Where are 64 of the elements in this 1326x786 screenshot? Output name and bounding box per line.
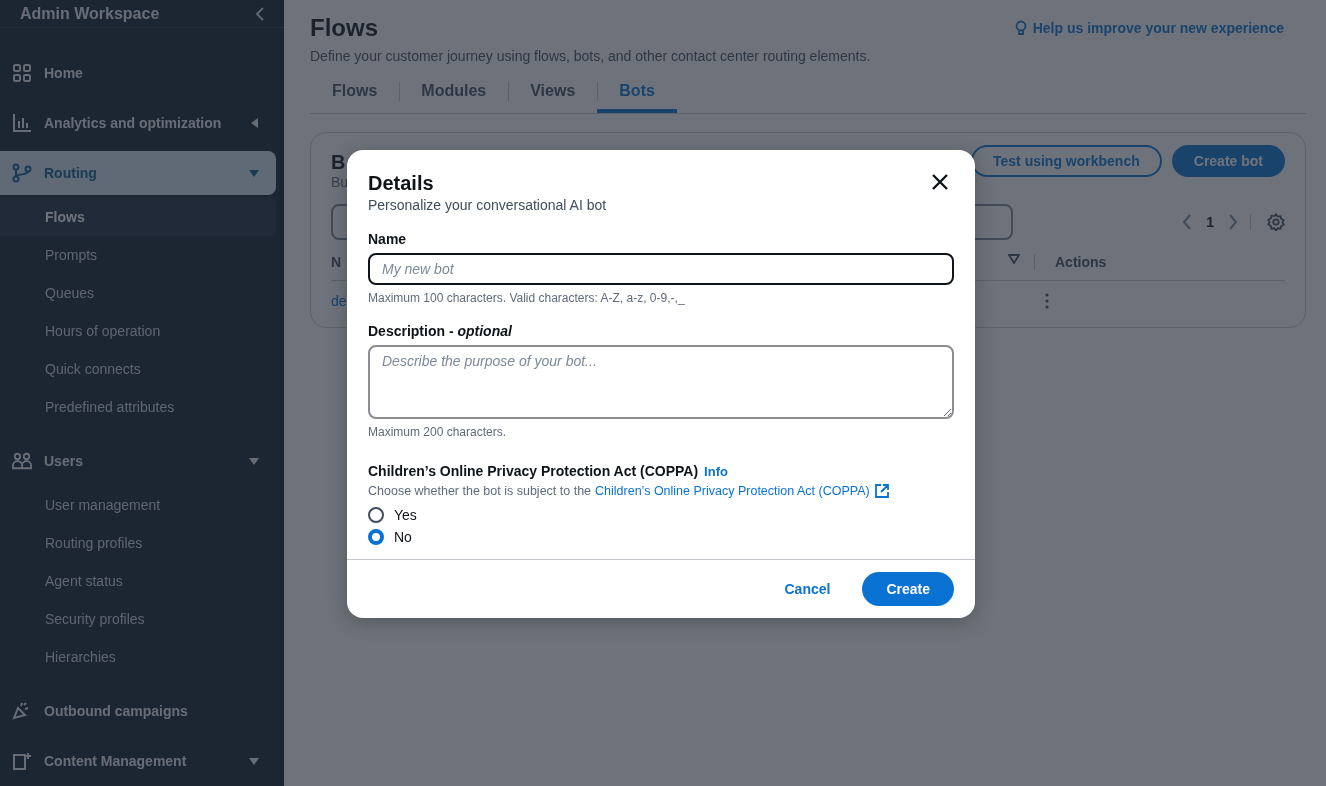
info-link[interactable]: Info <box>704 464 728 479</box>
nav-subitem[interactable]: Hours of operation <box>0 312 276 350</box>
coppa-link[interactable]: Children’s Online Privacy Protection Act (COPPA) <box>595 484 870 498</box>
dialog-title: Details <box>368 172 434 195</box>
branch-icon <box>12 163 32 183</box>
nav-item[interactable]: Outbound campaigns <box>0 689 276 733</box>
dialog-subtitle: Personalize your conversational AI bot <box>368 197 608 213</box>
nav-subitem[interactable]: Quick connects <box>0 350 276 388</box>
field-hint: Maximum 100 characters. Valid characters: A-Z, a-z, 0-9,-,_ <box>368 291 686 305</box>
more-actions-icon[interactable] <box>1045 293 1049 309</box>
nav-item[interactable]: Analytics and optimization <box>0 101 276 145</box>
content-icon <box>12 751 32 771</box>
column-header: Actions <box>1034 254 1285 270</box>
page-description: Define your customer journey using flows, bots, and other contact center routing elements. <box>310 48 872 64</box>
field-label: Children’s Online Privacy Protection Act (COPPA) <box>368 463 699 479</box>
caret-down-icon[interactable] <box>248 755 260 767</box>
nav-item[interactable]: Content Management <box>0 739 276 783</box>
settings-icon[interactable] <box>1267 213 1285 231</box>
nav-subitem[interactable]: Agent status <box>0 562 276 600</box>
radio-button[interactable] <box>368 507 384 523</box>
tab[interactable]: Modules <box>399 74 509 113</box>
external-link-icon[interactable] <box>873 483 890 499</box>
field-description: Choose whether the bot is subject to the <box>368 484 592 498</box>
users-icon <box>12 451 32 471</box>
nav-subitem[interactable]: Predefined attributes <box>0 388 276 426</box>
field-label: Name <box>368 231 408 247</box>
workbench-button[interactable]: Test using workbench <box>971 145 1162 177</box>
nav-item[interactable]: Home <box>0 51 276 95</box>
chevron-right-icon[interactable] <box>1228 214 1238 230</box>
nav-item[interactable]: Routing <box>0 151 276 195</box>
field-hint: Maximum 200 characters. <box>368 425 508 439</box>
bar-chart-icon <box>12 113 32 133</box>
chevron-left-icon[interactable] <box>254 6 266 21</box>
caret-down-icon[interactable] <box>248 455 260 467</box>
nav-subitem[interactable]: Prompts <box>0 236 276 274</box>
chevron-left-icon[interactable] <box>1182 214 1193 230</box>
caret-down-icon[interactable] <box>248 167 260 179</box>
create-button[interactable]: Create <box>862 572 954 606</box>
nav-subitem[interactable]: Flows <box>0 198 276 236</box>
nav-subitem[interactable]: Hierarchies <box>0 638 276 676</box>
name-input[interactable]: My new bot <box>368 253 954 285</box>
nav-item[interactable]: Users <box>0 439 276 483</box>
grid-icon <box>12 63 32 83</box>
tab[interactable]: Views <box>508 74 598 113</box>
nav-subitem[interactable]: User management <box>0 486 276 524</box>
radio-option[interactable]: Yes <box>368 507 954 523</box>
workspace-title: Admin Workspace <box>20 4 160 23</box>
tab[interactable]: Flows <box>310 74 400 113</box>
nav-subitem[interactable]: Security profiles <box>0 600 276 638</box>
page-number[interactable]: 1 <box>1206 214 1214 230</box>
cancel-button[interactable]: Cancel <box>764 573 851 605</box>
nav-subitem[interactable]: Routing profiles <box>0 524 276 562</box>
sort-triangle-icon[interactable] <box>1008 254 1020 264</box>
field-label: Description - optional <box>368 323 513 339</box>
lightbulb-icon <box>1014 20 1027 36</box>
nav-subitem[interactable]: Queues <box>0 274 276 312</box>
create-bot-button[interactable]: Create bot <box>1171 145 1285 177</box>
tab[interactable]: Bots <box>597 74 677 113</box>
page-title: Flows <box>310 14 378 42</box>
description-input[interactable]: Describe the purpose of your bot... <box>368 345 954 419</box>
radio-button[interactable] <box>368 529 384 545</box>
panel-heading: B <box>331 151 347 174</box>
radio-option[interactable]: No <box>368 529 954 545</box>
feedback-link[interactable]: Help us improve your new experience <box>1014 20 1306 36</box>
